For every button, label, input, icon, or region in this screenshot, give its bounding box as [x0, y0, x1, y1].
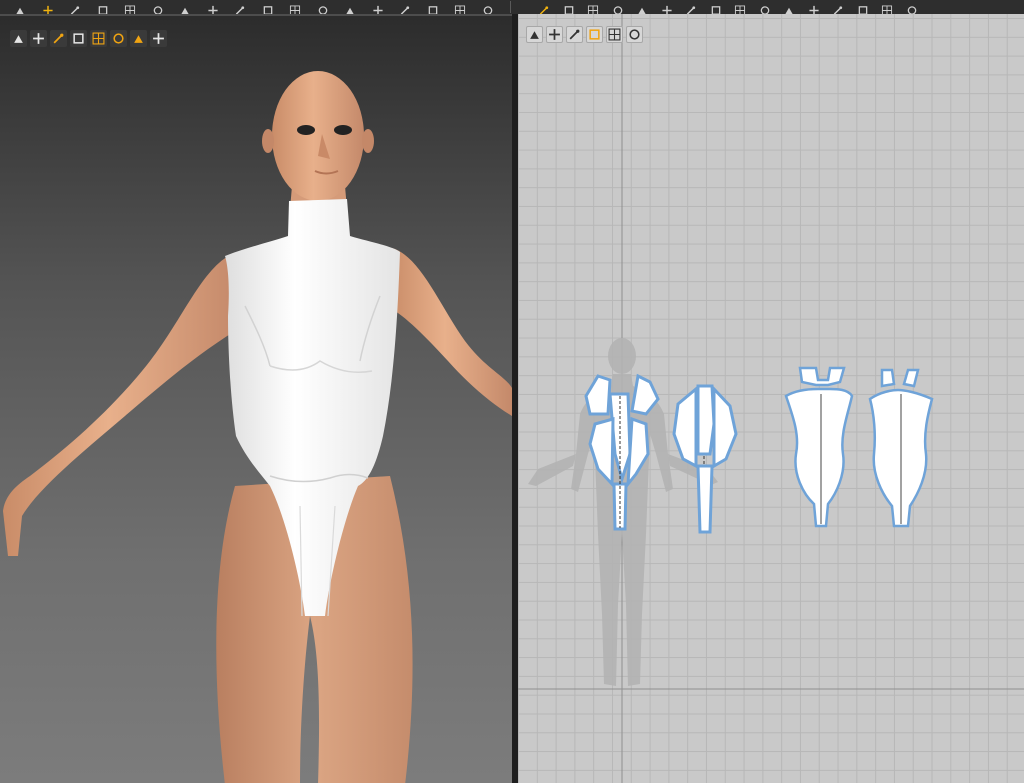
seamline-icon[interactable]	[427, 1, 439, 15]
fabric-render-icon[interactable]	[90, 30, 107, 47]
texture-2d-icon[interactable]	[832, 1, 844, 15]
transform-pattern-icon[interactable]	[563, 1, 575, 15]
garment-icon[interactable]	[906, 1, 918, 15]
color-fill-icon[interactable]	[586, 26, 603, 43]
expand-icon[interactable]	[482, 1, 494, 15]
internal-line-icon[interactable]	[685, 1, 697, 15]
info-icon[interactable]	[566, 26, 583, 43]
fabric-display-icon[interactable]	[546, 26, 563, 43]
fold-icon[interactable]	[179, 1, 191, 15]
pleat-icon[interactable]	[881, 1, 893, 16]
wireframe-globe-icon[interactable]	[130, 30, 147, 47]
button-icon[interactable]	[344, 1, 356, 15]
show-avatar-icon[interactable]	[70, 30, 87, 47]
trace-icon[interactable]	[734, 1, 746, 16]
viewport-3d[interactable]	[0, 14, 512, 783]
arrangement-icon[interactable]	[207, 1, 219, 16]
avatar-arm-right	[390, 248, 512, 416]
avatar-3d-render	[3, 71, 512, 783]
pattern-canvas	[518, 14, 1024, 783]
viewport-2d-toolbar	[526, 26, 643, 43]
avatar-display-icon[interactable]	[10, 30, 27, 47]
pattern-piece-front-panel	[584, 373, 660, 531]
pattern-display-icon[interactable]	[526, 26, 543, 43]
export-icon[interactable]	[150, 30, 167, 47]
skin-icon[interactable]	[110, 30, 127, 47]
avatar-silhouette-icon[interactable]	[606, 26, 623, 43]
stretch-icon[interactable]	[234, 1, 246, 15]
tack-icon[interactable]	[97, 1, 109, 15]
viewport-3d-toolbar	[10, 30, 167, 47]
main-toolbar	[0, 0, 1024, 16]
pattern-piece-back-panel	[672, 384, 738, 534]
pattern-piece-front-full	[784, 366, 854, 528]
avatar-eye-left	[297, 125, 315, 135]
garment-display-icon[interactable]	[30, 30, 47, 47]
avatar-eye-right	[334, 125, 352, 135]
toolbar-separator	[510, 1, 511, 13]
move-icon[interactable]	[42, 1, 54, 16]
avatar-head	[272, 71, 364, 201]
avatar-arm-left	[3, 252, 238, 556]
edit-pattern-2d-icon[interactable]	[538, 1, 550, 15]
edit-point-icon[interactable]	[587, 1, 599, 16]
grid-icon[interactable]	[262, 1, 274, 15]
pin-icon[interactable]	[124, 1, 136, 16]
dart-icon[interactable]	[710, 1, 722, 15]
segment-sewing-icon[interactable]	[759, 1, 771, 15]
transform-icon[interactable]	[152, 1, 164, 15]
elastic-icon[interactable]	[808, 1, 820, 16]
circle-icon[interactable]	[661, 1, 673, 16]
free-sewing-icon[interactable]	[783, 1, 795, 15]
edit-pattern-icon[interactable]	[69, 1, 81, 15]
rectangle-icon[interactable]	[636, 1, 648, 15]
texture-icon[interactable]	[289, 1, 301, 16]
export-2d-icon[interactable]	[626, 26, 643, 43]
shirring-icon[interactable]	[857, 1, 869, 15]
texture-display-icon[interactable]	[50, 30, 67, 47]
zipper-icon[interactable]	[372, 1, 384, 16]
measure-icon[interactable]	[454, 1, 466, 16]
graphic-icon[interactable]	[317, 1, 329, 15]
viewport-2d[interactable]	[518, 14, 1024, 783]
select-mesh-icon[interactable]	[14, 1, 26, 15]
topstitch-icon[interactable]	[399, 1, 411, 15]
polygon-icon[interactable]	[612, 1, 624, 15]
